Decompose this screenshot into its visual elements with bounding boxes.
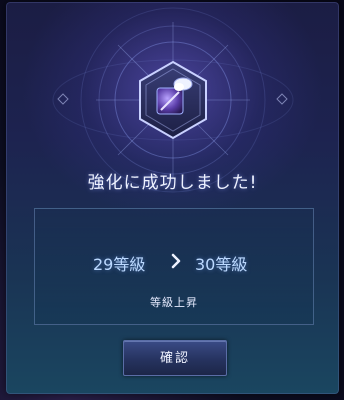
dialog-title: 強化に成功しました! — [87, 173, 258, 193]
new-level-label: 30等級 — [195, 255, 248, 274]
confirm-button[interactable]: 確認 — [123, 340, 227, 376]
game-screen: 強化に成功しました! 29等級 30等級 等級上昇 確認 — [0, 0, 344, 400]
previous-level-label: 29等級 — [93, 255, 146, 274]
enhancement-emblem-icon — [139, 60, 207, 140]
level-up-caption: 等級上昇 — [150, 296, 198, 309]
result-panel: 29等級 30等級 等級上昇 — [34, 208, 314, 325]
level-change-row: 29等級 30等級 — [35, 251, 313, 275]
enhance-success-dialog: 強化に成功しました! 29等級 30等級 等級上昇 確認 — [6, 2, 339, 394]
chevron-right-icon — [171, 253, 181, 269]
